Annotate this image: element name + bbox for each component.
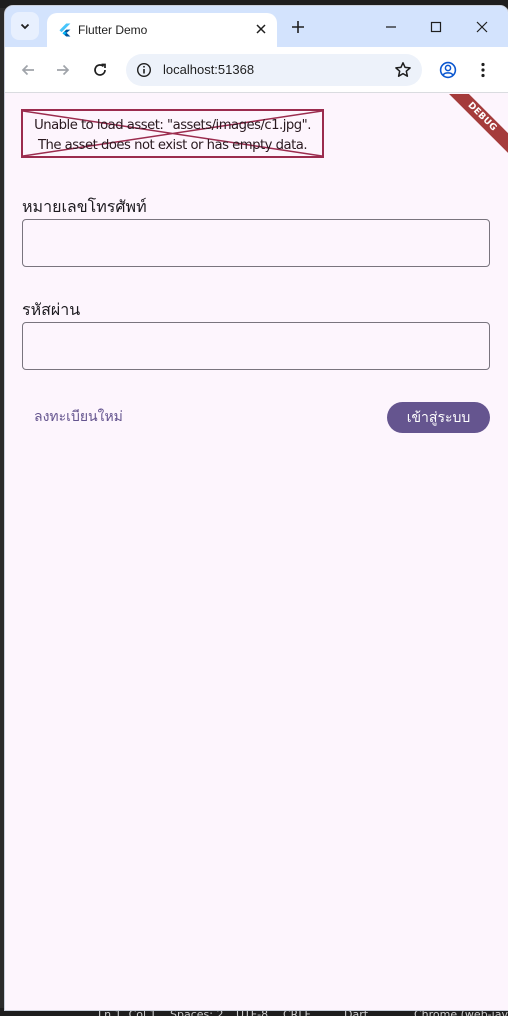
flutter-icon <box>59 23 71 37</box>
chevron-down-icon <box>20 23 30 30</box>
browser-toolbar: localhost:51368 <box>5 47 508 93</box>
password-input[interactable] <box>22 322 490 370</box>
close-icon <box>476 21 488 33</box>
profile-icon <box>439 61 457 79</box>
menu-button[interactable] <box>472 59 494 81</box>
browser-window: Flutter Demo localhost:51368 Unable to l… <box>5 6 508 1010</box>
asset-error-line-2: The asset does not exist or has empty da… <box>37 138 308 153</box>
minimize-icon <box>386 26 396 28</box>
new-tab-button[interactable] <box>287 16 309 38</box>
reload-icon <box>94 63 106 76</box>
close-window-button[interactable] <box>471 16 493 38</box>
minimize-button[interactable] <box>380 16 402 38</box>
tab-flutter-demo[interactable]: Flutter Demo <box>47 13 277 47</box>
site-info-icon[interactable] <box>136 62 152 78</box>
address-bar[interactable]: localhost:51368 <box>126 54 422 86</box>
phone-input[interactable] <box>22 219 490 267</box>
close-tab-icon[interactable] <box>252 20 270 38</box>
more-vert-icon <box>481 62 485 78</box>
phone-label: หมายเลขโทรศัพท์ <box>22 197 147 216</box>
login-button[interactable]: เข้าสู่ระบบ <box>387 402 490 433</box>
plus-icon <box>292 21 304 33</box>
tab-title: Flutter Demo <box>78 23 148 37</box>
forward-arrow-icon <box>57 64 70 76</box>
password-label: รหัสผ่าน <box>22 300 81 319</box>
debug-banner: DEBUG <box>441 94 508 158</box>
asset-error-placeholder: Unable to load asset: "assets/images/c1.… <box>21 109 324 158</box>
bookmark-star-icon[interactable] <box>394 61 412 79</box>
back-arrow-icon <box>21 64 34 76</box>
tab-strip: Flutter Demo <box>5 6 508 47</box>
profile-button[interactable] <box>437 59 459 81</box>
tab-search-button[interactable] <box>11 12 39 40</box>
back-button[interactable] <box>17 59 39 81</box>
maximize-icon <box>430 21 442 33</box>
forward-button[interactable] <box>52 59 74 81</box>
reload-button[interactable] <box>89 59 111 81</box>
register-button[interactable]: ลงทะเบียนใหม่ <box>22 402 135 432</box>
app-page: Unable to load asset: "assets/images/c1.… <box>5 94 508 1010</box>
asset-error-line-1: Unable to load asset: "assets/images/c1.… <box>34 118 311 133</box>
url-text[interactable]: localhost:51368 <box>163 62 254 77</box>
maximize-button[interactable] <box>425 16 447 38</box>
